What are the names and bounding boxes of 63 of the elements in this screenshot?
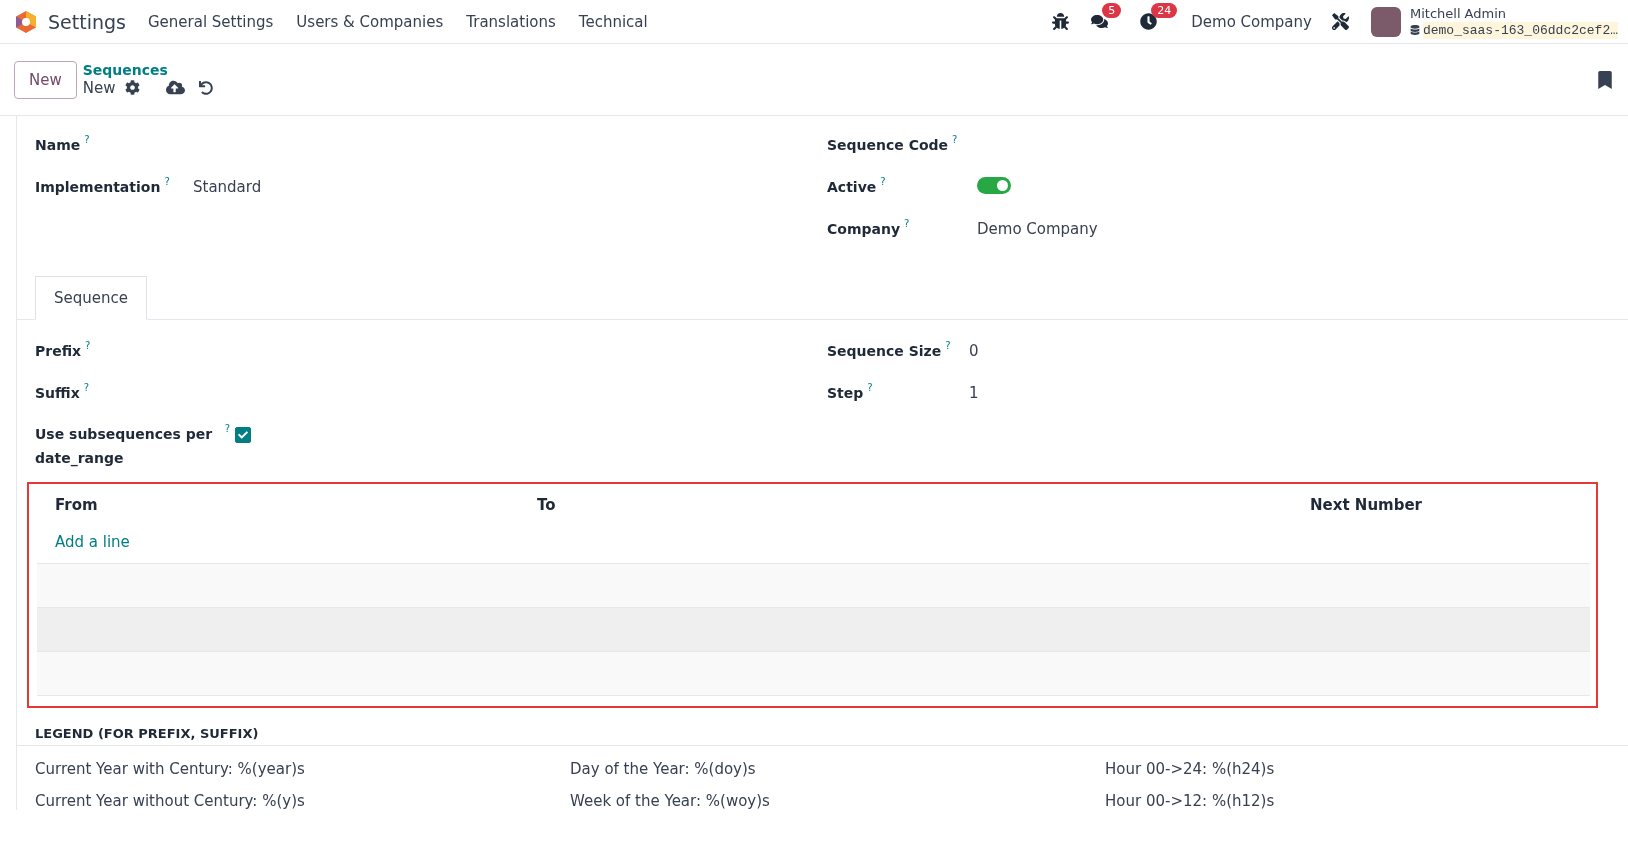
menu-item[interactable]: General Settings	[147, 12, 274, 31]
field-label: Prefix	[35, 342, 82, 361]
field-value[interactable]: Demo Company	[977, 220, 1628, 238]
toggle-switch[interactable]	[977, 176, 1011, 194]
field-label: Use subsequences per date_range	[35, 425, 214, 469]
field-label: Suffix	[35, 384, 80, 403]
legend-entry: Current Year without Century: %(y)s	[35, 792, 306, 810]
app-title[interactable]: Settings	[48, 10, 126, 33]
company-switcher[interactable]: Demo Company	[1191, 12, 1312, 31]
field-label: Implementation	[35, 178, 161, 197]
chat-icon[interactable]	[1091, 13, 1109, 30]
help-mark[interactable]: ?	[880, 175, 886, 189]
record-title: New	[82, 78, 116, 97]
breadcrumb-link[interactable]: Sequences	[82, 62, 214, 78]
column-header: From	[55, 496, 99, 514]
help-mark[interactable]: ?	[224, 422, 230, 436]
user-name[interactable]: Mitchell Admin	[1409, 4, 1618, 22]
undo-icon[interactable]	[199, 80, 214, 95]
field-label: Sequence Size	[827, 342, 942, 361]
help-mark[interactable]: ?	[945, 339, 951, 353]
help-mark[interactable]: ?	[904, 217, 910, 231]
gear-icon[interactable]	[125, 80, 141, 95]
cloud-upload-icon[interactable]	[166, 78, 186, 97]
new-button[interactable]: New	[14, 60, 77, 99]
menu-item[interactable]: Users & Companies	[296, 12, 444, 31]
menu-item[interactable]: Technical	[578, 12, 648, 31]
tools-icon[interactable]	[1331, 13, 1349, 30]
avatar[interactable]	[1370, 6, 1401, 37]
field-label: Active	[827, 178, 877, 197]
help-mark[interactable]: ?	[164, 175, 170, 189]
help-mark[interactable]: ?	[83, 381, 89, 395]
field-label: Company	[827, 220, 901, 239]
bug-icon[interactable]	[1052, 13, 1070, 30]
count-badge: 24	[1151, 3, 1178, 18]
field-value[interactable]: 1	[969, 384, 1628, 402]
field-value[interactable]: Standard	[193, 178, 827, 196]
field-label: Sequence Code	[827, 136, 949, 155]
count-badge: 5	[1102, 3, 1122, 18]
checkbox[interactable]	[235, 427, 251, 443]
menu-item[interactable]: Translations	[466, 12, 556, 31]
help-mark[interactable]: ?	[952, 133, 958, 147]
check-icon	[238, 430, 248, 440]
tab[interactable]: Sequence	[35, 276, 147, 320]
help-mark[interactable]: ?	[85, 339, 91, 353]
database-name: demo_saas-163_06ddc2cef2…	[1422, 21, 1618, 39]
add-line-link[interactable]: Add a line	[55, 533, 130, 551]
legend-entry: Day of the Year: %(doy)s	[570, 760, 757, 778]
help-mark[interactable]: ?	[867, 381, 873, 395]
field-label: Step	[827, 384, 864, 403]
field-label: Name	[35, 136, 81, 155]
legend-title: LEGEND (FOR PREFIX, SUFFIX)	[17, 708, 1628, 746]
clock-icon[interactable]	[1140, 13, 1158, 30]
column-header: To	[537, 496, 557, 514]
legend-entry: Hour 00->12: %(h12)s	[1105, 792, 1276, 810]
legend-entry: Week of the Year: %(woy)s	[570, 792, 771, 810]
legend-entry: Current Year with Century: %(year)s	[35, 760, 306, 778]
hexagon-logo-icon[interactable]	[14, 9, 38, 34]
field-value[interactable]: 0	[969, 342, 1628, 360]
help-mark[interactable]: ?	[84, 133, 90, 147]
bookmark-icon[interactable]	[1596, 70, 1614, 89]
legend-entry: Hour 00->24: %(h24)s	[1105, 760, 1276, 778]
database-icon	[1409, 25, 1420, 35]
column-header: Next Number	[1309, 496, 1423, 514]
